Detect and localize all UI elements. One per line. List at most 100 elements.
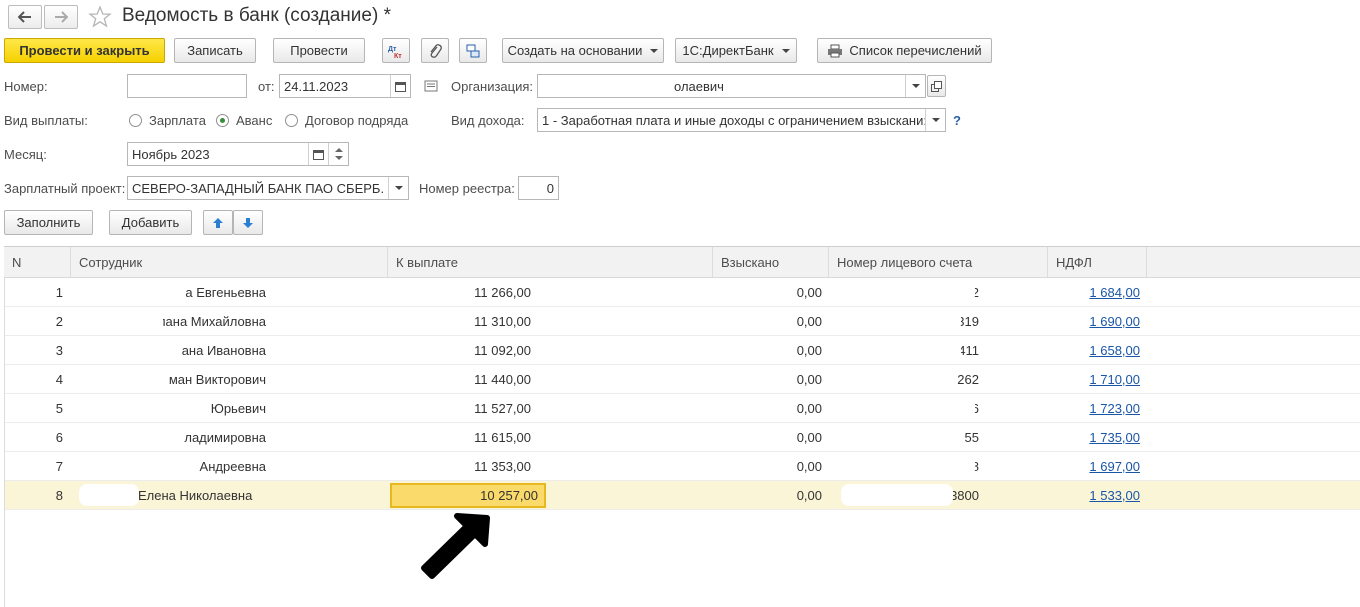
cell-ndfl-link[interactable]: 1 658,00	[1049, 336, 1140, 364]
back-button[interactable]	[8, 5, 42, 29]
chevron-down-icon	[650, 48, 659, 53]
open-link-icon	[931, 80, 942, 92]
transfer-list-label: Список перечислений	[849, 43, 982, 58]
table-body: 1а Евгеньевна 11 266,00 0,00 2 1 684,00 2 ветл…	[4, 278, 1360, 607]
cell-pay[interactable]: 11 092,00	[389, 336, 537, 364]
spin-down-icon	[334, 156, 343, 160]
cell-ndfl-link[interactable]: 1 533,00	[1049, 481, 1140, 509]
month-spinner[interactable]	[328, 143, 348, 165]
cell-pay[interactable]: 11 615,00	[389, 423, 537, 451]
attach-button[interactable]	[421, 38, 449, 63]
post-and-close-button[interactable]: Провести и закрыть	[4, 38, 165, 63]
cell-withheld[interactable]: 0,00	[714, 452, 822, 480]
cell-n[interactable]: 7	[5, 452, 63, 480]
save-button[interactable]: Записать	[174, 38, 256, 63]
arrow-up-icon	[213, 217, 223, 228]
page-title: Ведомость в банк (создание) *	[122, 5, 391, 26]
cell-withheld[interactable]: 0,00	[714, 336, 822, 364]
cell-ndfl-link[interactable]: 1 735,00	[1049, 423, 1140, 451]
direct-bank-button[interactable]: 1С:ДиректБанк	[675, 38, 797, 63]
month-label: Месяц:	[4, 147, 47, 162]
redaction-mask	[835, 281, 975, 303]
forward-button[interactable]	[44, 5, 78, 29]
column-header-employee[interactable]: Сотрудник	[71, 247, 388, 277]
column-header-account[interactable]: Номер лицевого счета	[829, 247, 1048, 277]
radio-salary[interactable]	[129, 114, 142, 127]
cell-pay[interactable]: 11 353,00	[389, 452, 537, 480]
organization-select[interactable]: олаевич	[537, 74, 926, 98]
svg-text:Кт: Кт	[394, 53, 402, 59]
chevron-down-icon[interactable]	[905, 75, 925, 97]
cell-n[interactable]: 6	[5, 423, 63, 451]
number-label: Номер:	[4, 79, 48, 94]
table-row[interactable]: 2ветлана Михайловна11 310,000,00533191 6…	[5, 307, 1360, 336]
favorite-star-icon[interactable]	[88, 5, 112, 32]
calendar-icon[interactable]	[308, 143, 328, 165]
cell-n[interactable]: 8	[5, 481, 63, 509]
income-type-label: Вид дохода:	[451, 113, 525, 128]
chevron-down-icon[interactable]	[388, 177, 408, 199]
chevron-down-icon[interactable]	[925, 109, 945, 131]
cell-n[interactable]: 2	[5, 307, 63, 335]
comment-icon[interactable]	[424, 79, 438, 96]
table-row[interactable]: 7а Андреевна11 353,000,004368581 697,00	[5, 452, 1360, 481]
column-header-pay[interactable]: К выплате	[388, 247, 713, 277]
salary-project-select[interactable]: СЕВЕРО-ЗАПАДНЫЙ БАНК ПАО СБЕРБ.	[127, 176, 409, 200]
dt-kt-button[interactable]: Дт Кт	[382, 38, 410, 63]
table-row[interactable]: 4 ман Викторович 11 440,00 0,00 262 1 710,00	[5, 365, 1360, 394]
structure-button[interactable]	[459, 38, 487, 63]
pointer-arrow-icon	[421, 513, 490, 579]
column-header-n[interactable]: N	[4, 247, 71, 277]
cell-withheld[interactable]: 0,00	[714, 307, 822, 335]
cell-n[interactable]: 5	[5, 394, 63, 422]
radio-contract[interactable]	[285, 114, 298, 127]
help-icon[interactable]: ?	[953, 113, 961, 128]
income-type-select[interactable]: 1 - Заработная плата и иные доходы с огр…	[537, 108, 946, 132]
column-header-withheld[interactable]: Взыскано	[713, 247, 829, 277]
cell-withheld[interactable]: 0,00	[714, 365, 822, 393]
table-row[interactable]: 3 ана Ивановна 11 092,00 0,00 5411 1 658,00	[5, 336, 1360, 365]
cell-n[interactable]: 3	[5, 336, 63, 364]
cell-n[interactable]: 1	[5, 278, 63, 306]
month-input[interactable]: Ноябрь 2023	[127, 142, 349, 166]
cell-withheld[interactable]: 0,00	[714, 394, 822, 422]
create-based-on-button[interactable]: Создать на основании	[502, 38, 664, 63]
open-organization-button[interactable]	[927, 75, 946, 97]
calendar-icon[interactable]	[390, 75, 410, 97]
table-row[interactable]: 5 Юрьевич 11 527,00 0,00 6 1 723,00	[5, 394, 1360, 423]
radio-advance[interactable]	[216, 114, 229, 127]
income-type-value: 1 - Заработная плата и иные доходы с огр…	[542, 112, 926, 128]
transfer-list-button[interactable]: Список перечислений	[817, 38, 992, 63]
cell-n[interactable]: 4	[5, 365, 63, 393]
cell-pay[interactable]: 11 527,00	[389, 394, 537, 422]
table-row[interactable]: 8 Елена Николаевна 10 257,00 0,00 3800 1 533,…	[5, 481, 1360, 510]
cell-ndfl-link[interactable]: 1 690,00	[1049, 307, 1140, 335]
cell-withheld[interactable]: 0,00	[714, 278, 822, 306]
date-input[interactable]: 24.11.2023	[279, 74, 411, 98]
cell-ndfl-link[interactable]: 1 710,00	[1049, 365, 1140, 393]
cell-withheld[interactable]: 0,00	[714, 481, 822, 509]
cell-withheld[interactable]: 0,00	[714, 423, 822, 451]
add-button[interactable]: Добавить	[109, 210, 192, 235]
post-button[interactable]: Провести	[273, 38, 365, 63]
cell-ndfl-link[interactable]: 1 684,00	[1049, 278, 1140, 306]
cell-pay[interactable]: 11 266,00	[389, 278, 537, 306]
cell-pay[interactable]: 11 310,00	[389, 307, 537, 335]
redaction-mask	[835, 426, 965, 448]
move-up-button[interactable]	[203, 210, 233, 235]
radio-salary-label: Зарплата	[149, 113, 206, 128]
move-down-button[interactable]	[233, 210, 263, 235]
redaction-mask	[835, 397, 975, 419]
table-row[interactable]: 1а Евгеньевна 11 266,00 0,00 2 1 684,00	[5, 278, 1360, 307]
fill-button[interactable]: Заполнить	[4, 210, 93, 235]
number-input[interactable]	[127, 74, 247, 98]
cell-ndfl-link[interactable]: 1 697,00	[1049, 452, 1140, 480]
cell-ndfl-link[interactable]: 1 723,00	[1049, 394, 1140, 422]
registry-number-input[interactable]: 0	[518, 176, 559, 200]
cell-pay[interactable]: 11 440,00	[389, 365, 537, 393]
registry-number-label: Номер реестра:	[419, 181, 515, 196]
column-header-ndfl[interactable]: НДФЛ	[1048, 247, 1147, 277]
date-value: 24.11.2023	[284, 78, 349, 94]
cell-pay[interactable]: 10 257,00	[390, 483, 546, 508]
table-row[interactable]: 6 ладимировна 11 615,00 0,00 55 1 735,00	[5, 423, 1360, 452]
